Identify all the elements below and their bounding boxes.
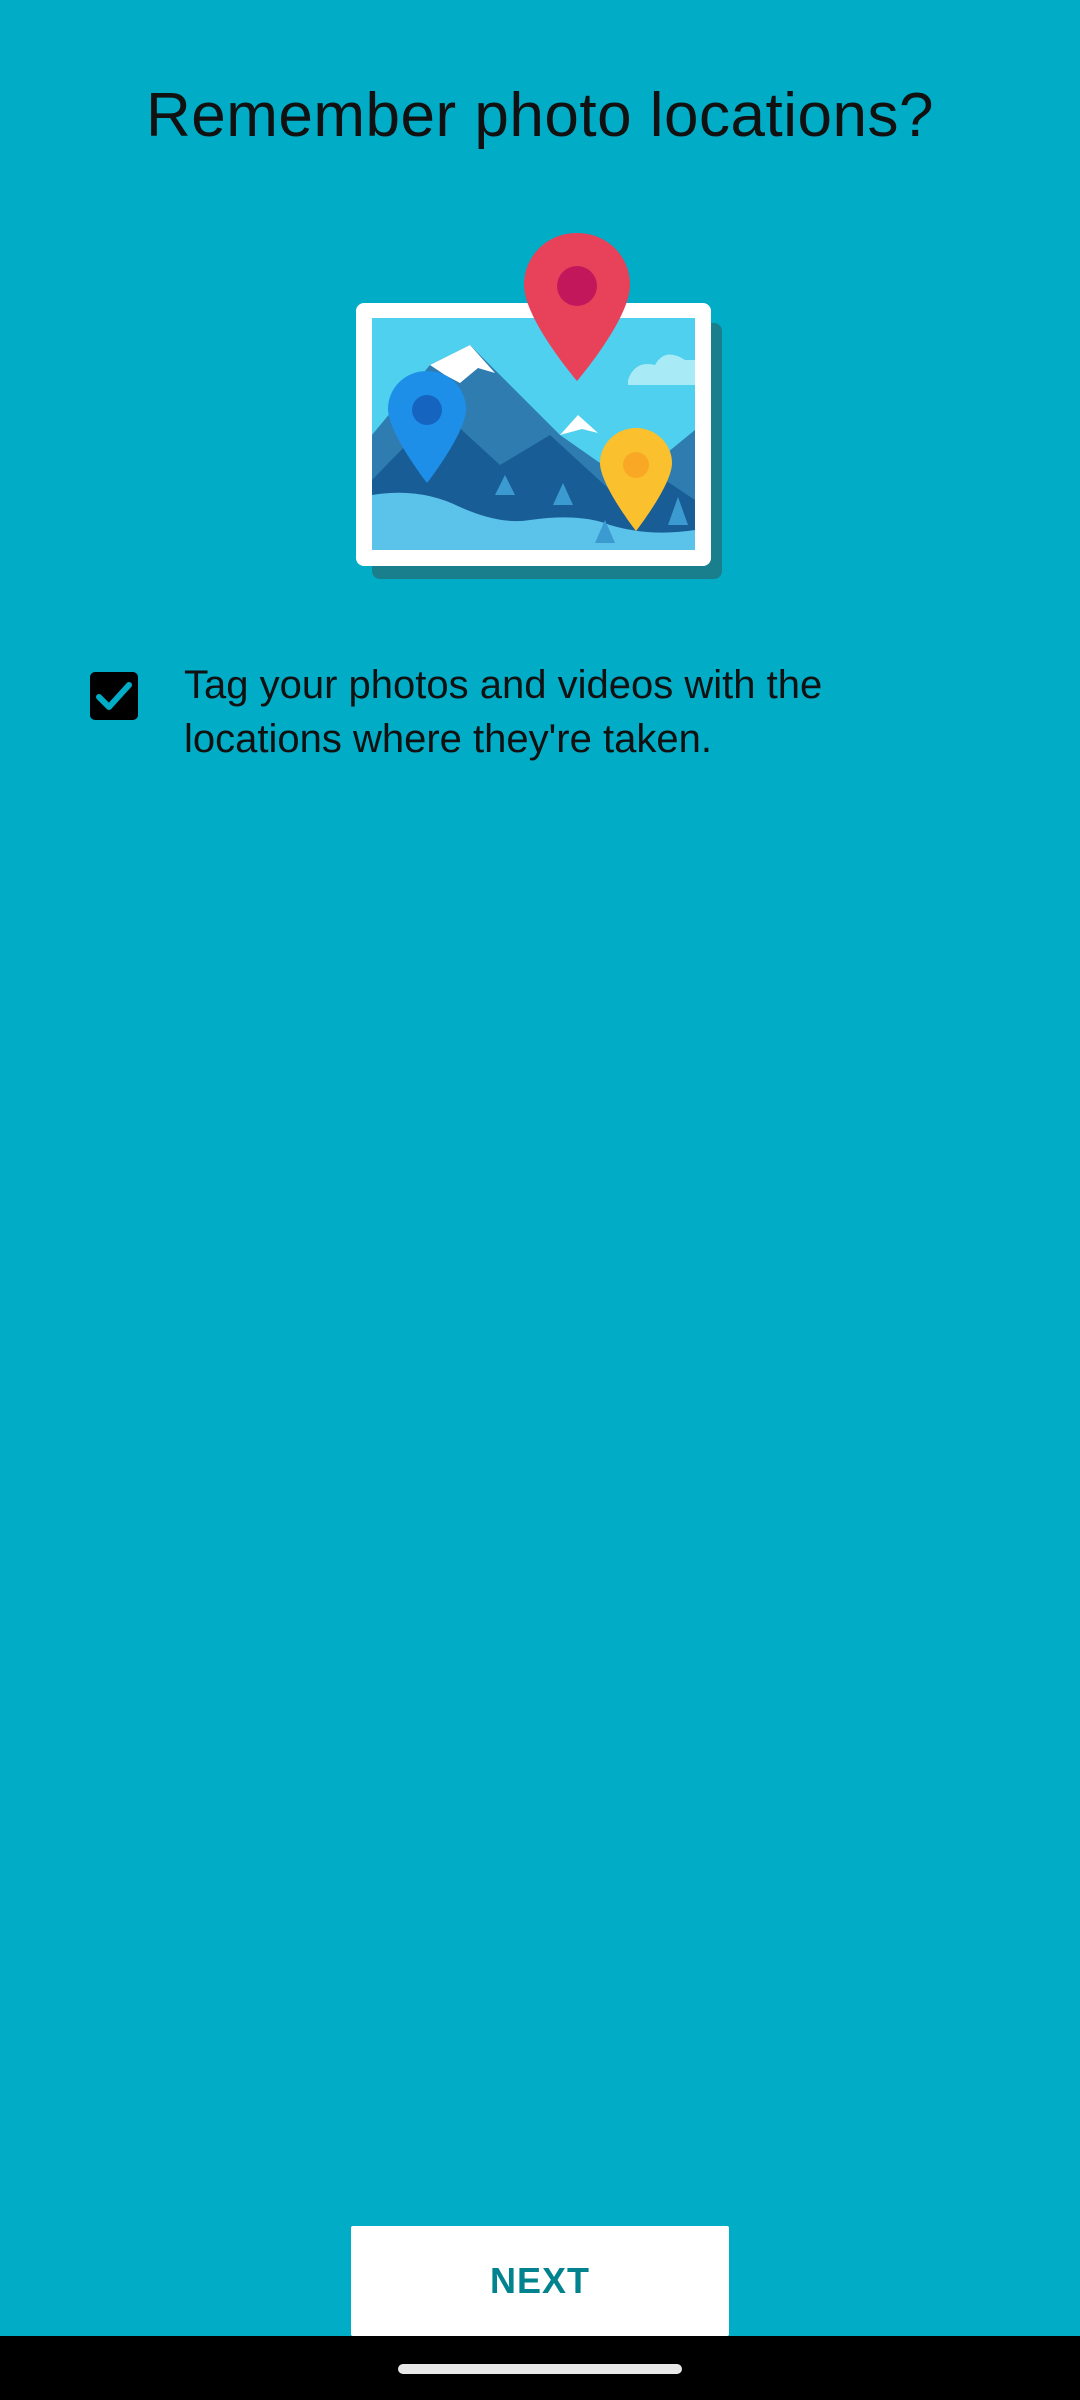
- page-title: Remember photo locations?: [146, 81, 934, 150]
- next-button[interactable]: NEXT: [351, 2226, 729, 2336]
- location-tag-description: Tag your photos and videos with the loca…: [184, 663, 823, 761]
- checkmark-icon: [96, 682, 132, 710]
- home-gesture-handle[interactable]: [398, 2364, 682, 2374]
- location-setup-screen: Remember photo locations? Tag your photo…: [0, 0, 1080, 2400]
- photo-location-illustration: [350, 225, 730, 585]
- location-tag-checkbox[interactable]: [90, 672, 138, 720]
- system-navigation-bar: [0, 2336, 1080, 2400]
